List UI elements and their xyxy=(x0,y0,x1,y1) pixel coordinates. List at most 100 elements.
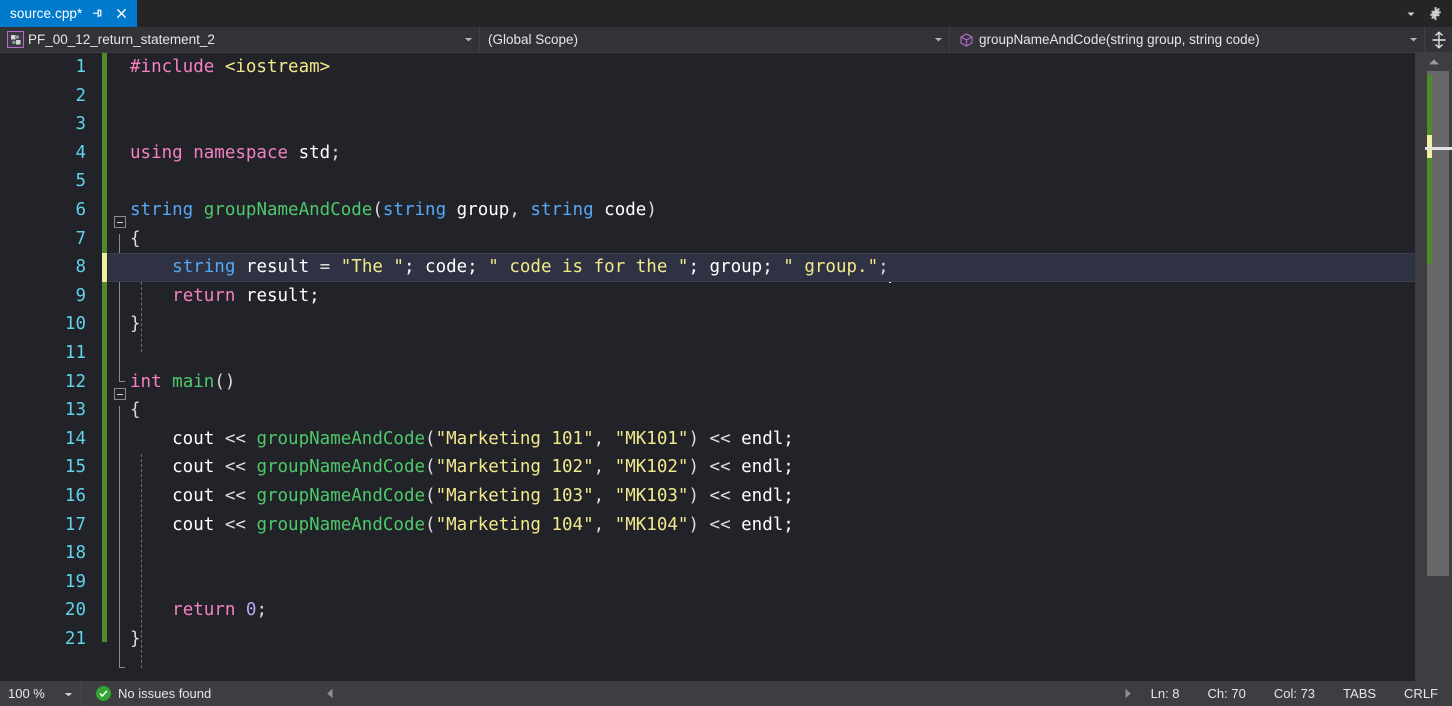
member-combobox[interactable]: groupNameAndCode(string group, string co… xyxy=(950,27,1425,52)
chevron-down-icon[interactable] xyxy=(459,36,477,43)
code-token: main xyxy=(172,371,215,392)
project-combobox-label: PF_00_12_return_statement_2 xyxy=(28,32,215,47)
chevron-down-icon[interactable] xyxy=(1400,2,1422,26)
code-token: endl; xyxy=(741,485,794,506)
code-line[interactable]: { xyxy=(108,225,1415,254)
scrollbar-track[interactable] xyxy=(1425,71,1452,661)
line-number: 2 xyxy=(75,85,86,106)
chevron-down-icon[interactable] xyxy=(929,36,947,43)
project-combobox[interactable]: PF_00_12_return_statement_2 xyxy=(0,27,480,52)
code-line[interactable]: #include <iostream> xyxy=(108,53,1415,82)
code-token: ; code; xyxy=(403,257,489,278)
code-token: int xyxy=(130,371,162,392)
code-token: () xyxy=(214,371,236,392)
scrollbar-caret-marker xyxy=(1425,147,1452,150)
code-token: "Marketing 104" xyxy=(435,514,594,535)
code-token: endl; xyxy=(741,514,794,535)
code-token: string xyxy=(172,257,236,278)
triangle-left-icon[interactable] xyxy=(321,681,339,706)
code-token: groupNameAndCode xyxy=(256,485,426,506)
code-token: ( xyxy=(372,199,383,220)
scroll-up-arrow-icon[interactable] xyxy=(1415,53,1452,71)
code-token: cout xyxy=(130,485,225,506)
close-icon[interactable] xyxy=(112,4,130,24)
navigation-bar: PF_00_12_return_statement_2 (Global Scop… xyxy=(0,27,1452,53)
check-circle-icon xyxy=(96,686,111,701)
code-line[interactable] xyxy=(108,110,1415,139)
code-token: "The " xyxy=(340,257,404,278)
code-token: = xyxy=(319,257,341,278)
code-line[interactable]: int main() xyxy=(108,368,1415,397)
line-number: 7 xyxy=(75,228,86,249)
code-token: << xyxy=(224,457,257,478)
code-editor[interactable]: 1 2 3 4 5 6 7 8 9 10 11 12 13 14 15 16 17 18 19 20 21 #inclu… xyxy=(0,53,1415,681)
code-line[interactable] xyxy=(108,568,1415,597)
code-token: " code is for the " xyxy=(488,257,689,278)
scope-combobox[interactable]: (Global Scope) xyxy=(480,27,950,52)
zoom-level-combobox[interactable]: 100 % xyxy=(0,681,82,706)
pin-icon[interactable] xyxy=(88,4,106,24)
code-line[interactable] xyxy=(108,539,1415,568)
code-token: code xyxy=(593,199,647,220)
code-token: << xyxy=(709,514,742,535)
line-number: 8 xyxy=(75,257,86,278)
code-line[interactable]: { xyxy=(108,396,1415,425)
code-text-area[interactable]: #include <iostream> using namespace std;… xyxy=(108,53,1415,681)
code-line[interactable]: cout << groupNameAndCode("Marketing 101"… xyxy=(108,425,1415,454)
status-char-number: Ch: 70 xyxy=(1207,686,1246,701)
change-bar-margin xyxy=(100,53,108,681)
code-token: "Marketing 103" xyxy=(435,485,594,506)
chevron-down-icon[interactable] xyxy=(1404,36,1422,43)
change-bar-segment xyxy=(102,53,107,253)
code-token: groupNameAndCode xyxy=(203,199,373,220)
code-line[interactable]: string result = "The "; code; " code is … xyxy=(108,253,1415,282)
member-combobox-label: groupNameAndCode(string group, string co… xyxy=(979,32,1260,47)
line-number: 15 xyxy=(64,457,86,478)
code-line[interactable]: using namespace std; xyxy=(108,139,1415,168)
line-number: 1 xyxy=(75,57,86,77)
code-token: << xyxy=(709,457,742,478)
code-token: ; group; xyxy=(688,257,784,278)
line-number: 14 xyxy=(64,428,86,449)
status-tabs-mode: TABS xyxy=(1343,686,1377,701)
code-line[interactable]: return 0; xyxy=(108,596,1415,625)
code-line[interactable]: } xyxy=(108,310,1415,339)
code-token: groupNameAndCode xyxy=(256,428,426,449)
code-line[interactable] xyxy=(108,339,1415,368)
code-token: groupNameAndCode xyxy=(256,514,426,535)
chevron-down-icon[interactable] xyxy=(64,686,73,701)
code-token: , xyxy=(509,199,531,220)
code-token: , xyxy=(593,514,615,535)
code-token: ; xyxy=(878,257,889,278)
code-token: ) xyxy=(646,199,657,220)
code-token: << xyxy=(709,485,742,506)
code-line[interactable]: cout << groupNameAndCode("Marketing 104"… xyxy=(108,511,1415,540)
document-tab-source-cpp[interactable]: source.cpp* xyxy=(0,0,138,27)
code-line[interactable]: cout << groupNameAndCode("Marketing 103"… xyxy=(108,482,1415,511)
code-token: cout xyxy=(130,428,225,449)
gear-icon[interactable] xyxy=(1424,2,1446,26)
code-line[interactable]: return result; xyxy=(108,282,1415,311)
code-token: ( xyxy=(425,457,436,478)
code-line[interactable]: string groupNameAndCode(string group, st… xyxy=(108,196,1415,225)
line-number: 21 xyxy=(64,628,86,649)
code-token: { xyxy=(130,228,141,249)
scrollbar-change-marker xyxy=(1427,158,1432,264)
code-token: ; xyxy=(256,600,268,621)
line-number: 10 xyxy=(64,314,86,335)
code-token: using namespace xyxy=(130,142,299,163)
line-number-gutter: 1 2 3 4 5 6 7 8 9 10 11 12 13 14 15 16 17 18 19 20 21 xyxy=(0,53,100,681)
code-token: ; xyxy=(330,142,341,163)
triangle-right-icon[interactable] xyxy=(1119,681,1137,706)
code-line[interactable]: } xyxy=(108,625,1415,654)
code-line[interactable] xyxy=(108,82,1415,111)
line-number: 6 xyxy=(75,199,86,220)
code-token: << xyxy=(224,514,257,535)
issues-status-label: No issues found xyxy=(118,686,212,701)
code-line[interactable] xyxy=(108,167,1415,196)
issues-status[interactable]: No issues found xyxy=(82,686,211,701)
vertical-scrollbar[interactable] xyxy=(1415,53,1452,681)
code-line[interactable]: cout << groupNameAndCode("Marketing 102"… xyxy=(108,453,1415,482)
split-window-icon[interactable] xyxy=(1425,27,1452,52)
